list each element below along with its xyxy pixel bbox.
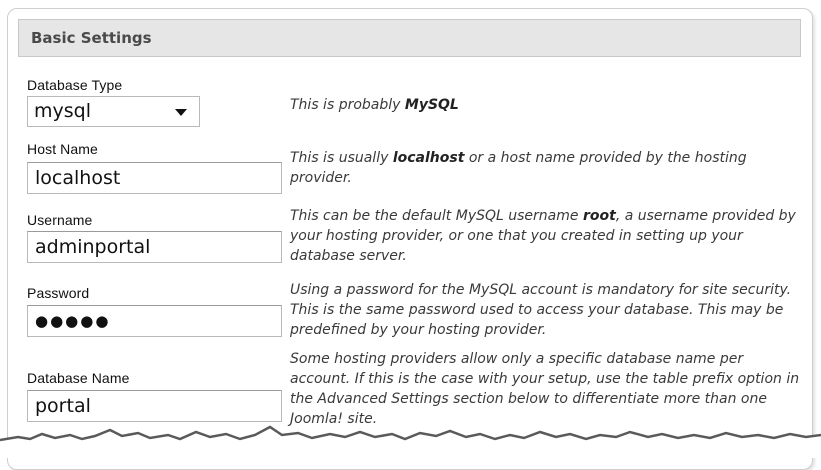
database-type-help: This is probably MySQL: [290, 97, 459, 113]
database-name-help: Some hosting providers allow only a spec…: [290, 351, 800, 427]
password-input[interactable]: ●●●●●: [27, 305, 282, 337]
host-name-help: This is usually localhost or a host name…: [290, 150, 747, 186]
password-label: Password: [27, 285, 90, 301]
username-input[interactable]: adminportal: [27, 231, 282, 263]
host-name-label: Host Name: [27, 141, 98, 157]
host-name-input[interactable]: localhost: [27, 162, 282, 194]
torn-edge-decoration: [0, 425, 821, 458]
database-name-label: Database Name: [27, 370, 130, 386]
section-title: Basic Settings: [31, 29, 152, 47]
password-help: Using a password for the MySQL account i…: [290, 282, 792, 338]
database-type-label: Database Type: [27, 77, 123, 93]
username-help: This can be the default MySQL username r…: [290, 208, 796, 264]
chevron-down-icon: [175, 109, 187, 116]
section-header: Basic Settings: [18, 19, 801, 57]
database-type-value: mysql: [34, 100, 91, 122]
username-label: Username: [27, 212, 93, 228]
database-type-select[interactable]: mysql: [27, 96, 200, 127]
